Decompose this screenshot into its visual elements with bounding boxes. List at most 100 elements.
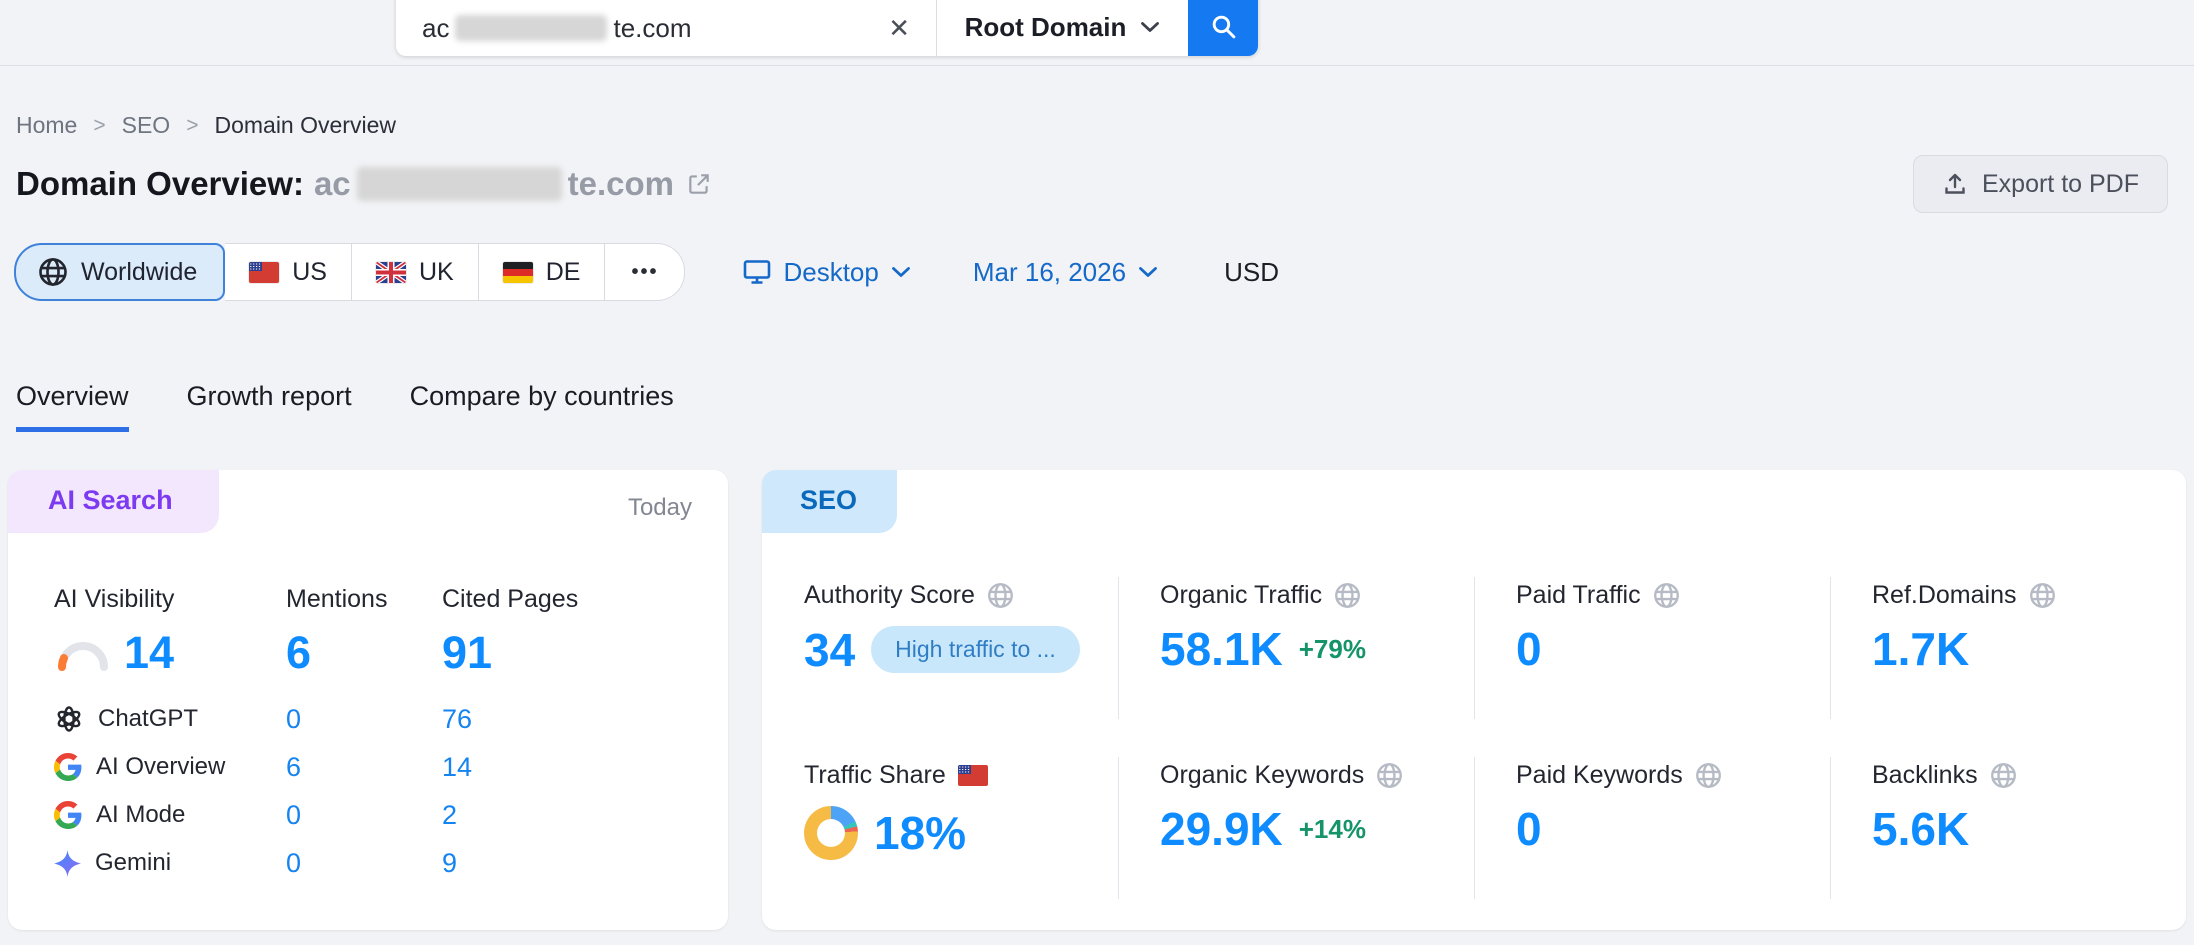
metric-ref-domains: Ref.Domains 1.7K [1830, 573, 2186, 723]
mentions-value: 0 [286, 704, 442, 735]
info-globe-icon[interactable] [987, 582, 1014, 609]
chevron-down-icon [891, 266, 911, 278]
location-chip-uk[interactable]: UK [352, 243, 479, 301]
ai-visibility-gauge [54, 632, 112, 674]
table-row-ai-overview: AI Overview 6 14 [54, 752, 728, 783]
currency-label: USD [1224, 257, 1279, 288]
seo-badge: SEO [762, 470, 897, 533]
ellipsis-icon: ••• [631, 261, 658, 284]
domain-search-bar: ac te.com ✕ Root Domain [396, 0, 1258, 56]
info-globe-icon[interactable] [1653, 582, 1680, 609]
device-label: Desktop [783, 257, 878, 288]
chevron-down-icon [1140, 21, 1160, 33]
filter-row: Worldwide US UK DE ••• Desktop Mar 16, 2… [14, 243, 2194, 301]
metric-label: Organic Keywords [1160, 761, 1364, 790]
col-mentions: Mentions [286, 585, 442, 614]
breadcrumb-home[interactable]: Home [16, 112, 77, 139]
metric-value: 0 [1516, 806, 1542, 852]
metric-delta: +79% [1299, 634, 1366, 665]
metric-organic-keywords: Organic Keywords 29.9K +14% [1118, 753, 1474, 903]
gemini-icon [54, 850, 81, 877]
us-flag-icon [249, 262, 279, 283]
device-dropdown[interactable]: Desktop [743, 257, 910, 288]
info-globe-icon[interactable] [1695, 762, 1722, 789]
ai-platform-rows: ChatGPT 0 76 AI Overview 6 14 [54, 704, 728, 879]
location-chip-us[interactable]: US [225, 243, 352, 301]
cited-pages-value: 14 [442, 752, 728, 783]
mentions-value: 0 [286, 848, 442, 879]
redacted-domain-blur [357, 167, 562, 201]
metric-value: 58.1K [1160, 626, 1283, 672]
metric-label: Traffic Share [804, 761, 946, 790]
info-globe-icon[interactable] [2029, 582, 2056, 609]
location-label: US [292, 258, 327, 287]
cited-pages-value: 2 [442, 800, 728, 831]
date-dropdown[interactable]: Mar 16, 2026 [973, 257, 1158, 288]
page-title: Domain Overview: ac te.com [16, 165, 712, 203]
google-icon [54, 753, 82, 781]
cited-pages-total: 91 [442, 628, 728, 678]
search-input[interactable]: ac te.com ✕ [396, 0, 936, 56]
breadcrumb-seo[interactable]: SEO [122, 112, 171, 139]
mentions-value: 6 [286, 752, 442, 783]
desktop-icon [743, 259, 771, 285]
metric-value: 34 [804, 627, 855, 673]
globe-icon [38, 257, 68, 287]
external-link-icon[interactable] [686, 171, 712, 197]
ai-search-card: AI Search Today AI Visibility Mentions C… [8, 470, 728, 930]
cards-row: AI Search Today AI Visibility Mentions C… [8, 470, 2186, 930]
breadcrumb-separator: > [186, 114, 198, 138]
location-chip-de[interactable]: DE [479, 243, 606, 301]
chatgpt-icon [54, 704, 84, 734]
info-globe-icon[interactable] [1990, 762, 2017, 789]
cited-pages-value: 9 [442, 848, 728, 879]
us-flag-icon [958, 765, 988, 786]
seo-card: SEO Authority Score 34 High traffic to .… [762, 470, 2186, 930]
tab-overview[interactable]: Overview [16, 381, 129, 432]
metric-traffic-share: Traffic Share 18% [762, 753, 1118, 903]
metric-backlinks: Backlinks 5.6K [1830, 753, 2186, 903]
location-label: Worldwide [81, 258, 197, 287]
search-domain-suffix: te.com [613, 13, 691, 44]
export-to-pdf-button[interactable]: Export to PDF [1913, 155, 2168, 213]
tab-compare-by-countries[interactable]: Compare by countries [410, 381, 674, 432]
metric-label: Backlinks [1872, 761, 1978, 790]
search-type-dropdown[interactable]: Root Domain [936, 0, 1188, 56]
tab-growth-report[interactable]: Growth report [187, 381, 352, 432]
date-label: Mar 16, 2026 [973, 257, 1126, 288]
info-globe-icon[interactable] [1334, 582, 1361, 609]
search-icon [1210, 13, 1237, 40]
metric-label: Organic Traffic [1160, 581, 1322, 610]
search-button[interactable] [1188, 0, 1258, 56]
page-title-domain: ac te.com [314, 165, 674, 203]
redacted-domain-blur [455, 15, 607, 41]
clear-search-icon[interactable]: ✕ [884, 11, 914, 45]
cited-pages-value: 76 [442, 704, 728, 735]
breadcrumb-separator: > [93, 114, 105, 138]
breadcrumb: Home > SEO > Domain Overview [16, 112, 2194, 139]
export-icon [1942, 171, 1968, 197]
metric-value: 29.9K [1160, 806, 1283, 852]
metric-paid-traffic: Paid Traffic 0 [1474, 573, 1830, 723]
mentions-value: 0 [286, 800, 442, 831]
platform-name: AI Mode [96, 801, 185, 829]
more-locations-button[interactable]: ••• [605, 243, 685, 301]
traffic-share-donut [804, 806, 858, 860]
metric-label: Paid Keywords [1516, 761, 1683, 790]
metric-label: Ref.Domains [1872, 581, 2017, 610]
location-chip-worldwide[interactable]: Worldwide [14, 243, 225, 301]
metric-value: 0 [1516, 626, 1542, 672]
metric-organic-traffic: Organic Traffic 58.1K +79% [1118, 573, 1474, 723]
table-row-gemini: Gemini 0 9 [54, 848, 728, 879]
ai-visibility-value: 14 [124, 628, 174, 678]
metric-delta: +14% [1299, 814, 1366, 845]
google-icon [54, 801, 82, 829]
location-filter: Worldwide US UK DE ••• [14, 243, 685, 301]
platform-name: AI Overview [96, 753, 225, 781]
info-globe-icon[interactable] [1376, 762, 1403, 789]
search-type-label: Root Domain [965, 12, 1127, 43]
top-bar: ac te.com ✕ Root Domain [0, 0, 2194, 66]
domain-suffix: te.com [568, 165, 674, 203]
metric-label: Authority Score [804, 581, 975, 610]
metric-value: 18% [874, 810, 966, 856]
